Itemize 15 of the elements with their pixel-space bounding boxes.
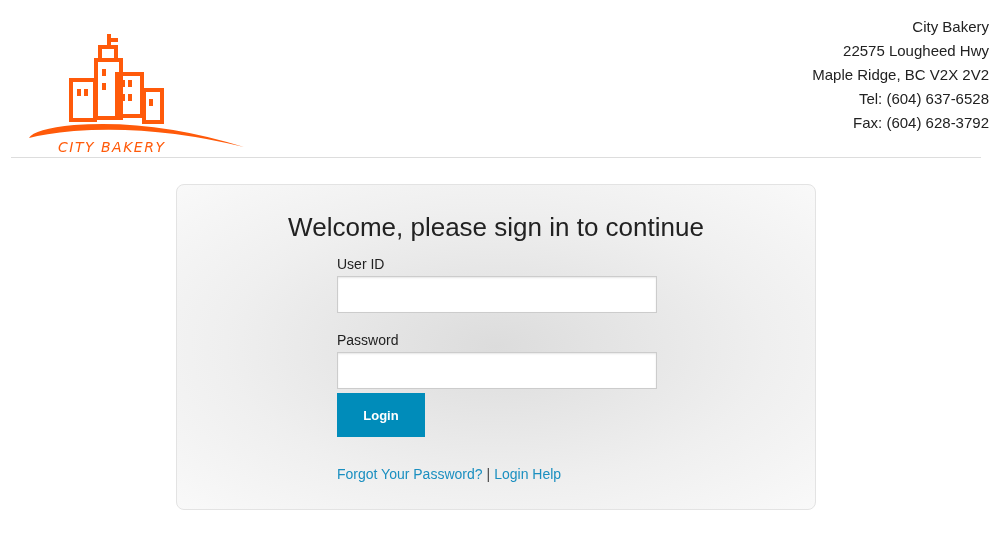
input-field[interactable] bbox=[337, 352, 657, 389]
field-label: User ID bbox=[337, 255, 385, 273]
input-field[interactable] bbox=[337, 276, 657, 313]
address-line: Maple Ridge, BC V2X 2V2 bbox=[812, 65, 989, 85]
link-separator: | bbox=[486, 466, 491, 482]
logo-text: CITY BAKERY bbox=[58, 139, 166, 155]
address-line: City Bakery bbox=[911, 17, 989, 37]
address-line: Tel: (604) 637-6528 bbox=[857, 89, 989, 109]
address-line: Fax: (604) 628-3792 bbox=[852, 113, 989, 133]
address-line: 22575 Lougheed Hwy bbox=[842, 41, 989, 61]
help-link[interactable]: Login Help bbox=[494, 466, 562, 482]
login-title: Welcome, please sign in to continue bbox=[287, 211, 705, 243]
help-link[interactable]: Forgot Your Password? bbox=[337, 466, 483, 482]
field-label: Password bbox=[337, 331, 399, 349]
login-button[interactable]: Login bbox=[337, 393, 425, 437]
